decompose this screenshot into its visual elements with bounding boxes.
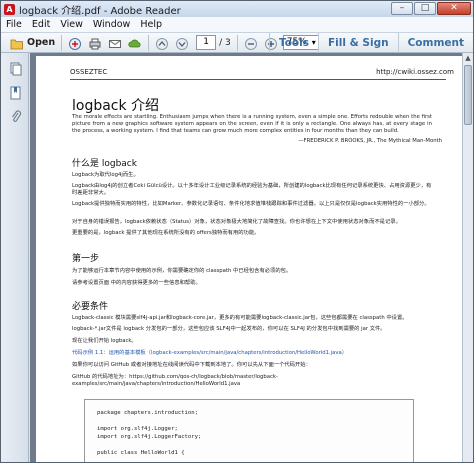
menu-window[interactable]: Window: [88, 19, 135, 30]
section-heading: 必要条件: [72, 302, 109, 312]
menu-help[interactable]: Help: [135, 19, 167, 30]
navigation-panel: [1, 53, 29, 462]
create-pdf-icon: [68, 36, 82, 50]
paragraph: Logback-classic 模块需要slf4j-api.jar和logbac…: [72, 315, 408, 321]
create-pdf-button[interactable]: [65, 34, 85, 52]
envelope-icon: [108, 36, 122, 50]
attachments-icon[interactable]: [10, 109, 22, 123]
minimize-button[interactable]: –: [391, 2, 413, 15]
code-line: public class HelloWorld1 {: [97, 450, 185, 456]
maximize-button[interactable]: □: [414, 2, 436, 15]
printer-icon: [88, 36, 102, 50]
toolbar-divider: [148, 34, 150, 51]
paragraph: 对于自身的错误报告，logback依赖状态（Status）对象，状态对象极大地简…: [72, 219, 401, 225]
window-controls: – □ ✕: [391, 2, 471, 15]
github-link-paragraph[interactable]: GitHub 的代码地址为：https://github.com/qos-ch/…: [72, 374, 432, 388]
arrow-down-icon: [175, 36, 189, 50]
window-title: logback 介绍.pdf - Adobe Reader: [19, 5, 181, 17]
cloud-upload-icon: [128, 36, 142, 50]
paragraph: 请参考设置页面 中的内容获得更多的一些信息和帮助。: [72, 280, 201, 286]
menu-file[interactable]: File: [1, 19, 27, 30]
save-cloud-button[interactable]: [125, 34, 145, 52]
adobe-reader-icon: A: [4, 3, 15, 15]
zoom-out-button[interactable]: [241, 34, 261, 52]
header-rule: [70, 79, 446, 80]
menu-bar: File Edit View Window Help: [1, 17, 473, 33]
code-line: import org.slf4j.Logger;: [97, 426, 178, 432]
page-thumbnails-icon[interactable]: [10, 61, 22, 76]
document-area[interactable]: OSSEZTEC http://cwiki.ossez.com logback …: [30, 53, 462, 462]
code-block: package chapters.introduction; import or…: [84, 399, 414, 462]
paragraph: Logback由log4j的创立者Ceki Gülcü设计。以十多年设计工业级记…: [72, 183, 432, 196]
comment-link[interactable]: Comment: [397, 33, 473, 53]
previous-page-button[interactable]: [152, 34, 172, 52]
title-bar[interactable]: A logback 介绍.pdf - Adobe Reader – □ ✕: [1, 1, 473, 17]
scroll-up-icon[interactable]: ▲: [463, 53, 473, 64]
section-heading: 第一步: [72, 254, 100, 264]
pdf-page: OSSEZTEC http://cwiki.ossez.com logback …: [36, 56, 462, 462]
code-example-caption[interactable]: 代码示例 1.1：运用的基本模板（logback-examples/src/ma…: [72, 350, 432, 357]
task-pane-links: Tools Fill & Sign Comment: [268, 33, 473, 53]
next-page-button[interactable]: [172, 34, 192, 52]
tools-link[interactable]: Tools: [268, 33, 318, 53]
section-heading: 什么是 logback: [72, 159, 137, 169]
folder-icon: [10, 36, 24, 50]
menu-edit[interactable]: Edit: [27, 19, 55, 30]
paragraph: logback-*.jar文件是 logback 分发包的一部分，这些包应该 S…: [72, 326, 386, 332]
paragraph: 为了能够运行本章节内容中使用的示例，你需要确定你的 classpath 中已经包…: [72, 268, 292, 274]
page-header-left: OSSEZTEC: [70, 68, 108, 76]
print-button[interactable]: [85, 34, 105, 52]
reader-window: A logback 介绍.pdf - Adobe Reader – □ ✕ Fi…: [0, 0, 474, 463]
email-button[interactable]: [105, 34, 125, 52]
close-button[interactable]: ✕: [437, 2, 471, 15]
menu-view[interactable]: View: [55, 19, 88, 30]
paragraph: 如果你可以访问 GitHub 或者对接地址在线阅读代码中下载到本地了。你可以先从…: [72, 362, 311, 368]
paragraph: Logback提供独特而实用的特性，比如Marker、参数化记录语句、条件化地求…: [72, 201, 430, 207]
minus-icon: [244, 36, 258, 50]
paragraph: Logback为取代log4j而生。: [72, 172, 139, 178]
open-button[interactable]: Open: [7, 34, 58, 52]
paragraph: 现在让我们开始 logback。: [72, 338, 137, 344]
bookmarks-icon[interactable]: [10, 85, 22, 100]
arrow-up-icon: [155, 36, 169, 50]
page-number-input[interactable]: 1: [196, 35, 217, 50]
paragraph: 更重要的是，logback 提供了其他现在系统所没有的 offers独特而有用的…: [72, 230, 260, 236]
scroll-thumb[interactable]: [464, 65, 472, 125]
fill-sign-link[interactable]: Fill & Sign: [317, 33, 398, 53]
code-line: import org.slf4j.LoggerFactory;: [97, 434, 202, 440]
toolbar-divider: [61, 34, 63, 51]
page-header-right: http://cwiki.ossez.com: [376, 68, 454, 76]
vertical-scrollbar[interactable]: ▲: [462, 53, 473, 462]
toolbar-divider: [236, 34, 238, 51]
code-line: package chapters.introduction;: [97, 410, 199, 416]
page-total: / 3: [219, 37, 231, 48]
epigraph: The morale effects are startling. Enthus…: [72, 114, 432, 134]
toolbar: Open 1 / 3 75% ▾ Tools Fill & Sign Comme…: [1, 33, 473, 53]
open-label: Open: [27, 37, 56, 48]
epigraph-attribution: —FREDERICK P. BROOKS, JR., The Mythical …: [298, 138, 442, 144]
document-title: logback 介绍: [72, 98, 160, 114]
